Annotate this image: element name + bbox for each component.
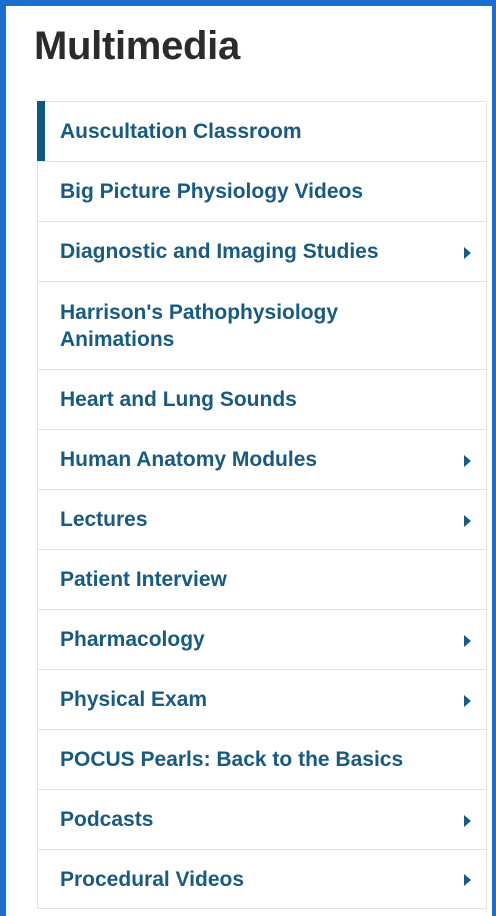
menu-item-label: Procedural Videos [60, 867, 245, 891]
multimedia-menu: Auscultation Classroom Big Picture Physi… [37, 101, 487, 909]
menu-item-patient-interview[interactable]: Patient Interview [38, 550, 486, 610]
menu-item-big-picture-physiology-videos[interactable]: Big Picture Physiology Videos [38, 162, 486, 222]
menu-item-physical-exam[interactable]: Physical Exam [38, 670, 486, 730]
menu-item-label: Physical Exam [60, 688, 208, 711]
menu-item-label: Patient Interview [60, 568, 227, 591]
multimedia-panel: Multimedia Auscultation Classroom Big Pi… [0, 0, 496, 916]
menu-item-label: Lectures [60, 508, 148, 531]
caret-right-icon [464, 874, 471, 886]
menu-item-label: Diagnostic and Imaging Studies [60, 240, 379, 263]
menu-item-pharmacology[interactable]: Pharmacology [38, 610, 486, 670]
menu-item-label: Pharmacology [60, 628, 205, 651]
caret-right-icon [464, 246, 471, 259]
menu-item-label: Heart and Lung Sounds [60, 388, 297, 411]
caret-right-icon [464, 634, 471, 647]
caret-right-icon [464, 454, 471, 467]
menu-item-label: Human Anatomy Modules [60, 448, 318, 471]
caret-right-icon [464, 814, 471, 827]
menu-item-harrisons-pathophysiology-animations[interactable]: Harrison's Pathophysiology Animations [38, 282, 486, 370]
menu-item-human-anatomy-modules[interactable]: Human Anatomy Modules [38, 430, 486, 490]
menu-item-diagnostic-and-imaging-studies[interactable]: Diagnostic and Imaging Studies [38, 222, 486, 282]
menu-item-procedural-videos[interactable]: Procedural Videos [38, 850, 486, 908]
menu-item-heart-and-lung-sounds[interactable]: Heart and Lung Sounds [38, 370, 486, 430]
page-title: Multimedia [34, 24, 240, 68]
menu-item-lectures[interactable]: Lectures [38, 490, 486, 550]
menu-item-label: POCUS Pearls: Back to the Basics [60, 748, 404, 771]
caret-right-icon [464, 694, 471, 707]
menu-item-label: Harrison's Pathophysiology Animations [60, 300, 339, 351]
menu-item-pocus-pearls[interactable]: POCUS Pearls: Back to the Basics [38, 730, 486, 790]
menu-item-podcasts[interactable]: Podcasts [38, 790, 486, 850]
menu-item-label: Podcasts [60, 808, 154, 831]
caret-right-icon [464, 514, 471, 527]
menu-item-auscultation-classroom[interactable]: Auscultation Classroom [37, 101, 486, 162]
menu-item-label: Auscultation Classroom [60, 120, 302, 143]
menu-item-label: Big Picture Physiology Videos [60, 180, 364, 203]
